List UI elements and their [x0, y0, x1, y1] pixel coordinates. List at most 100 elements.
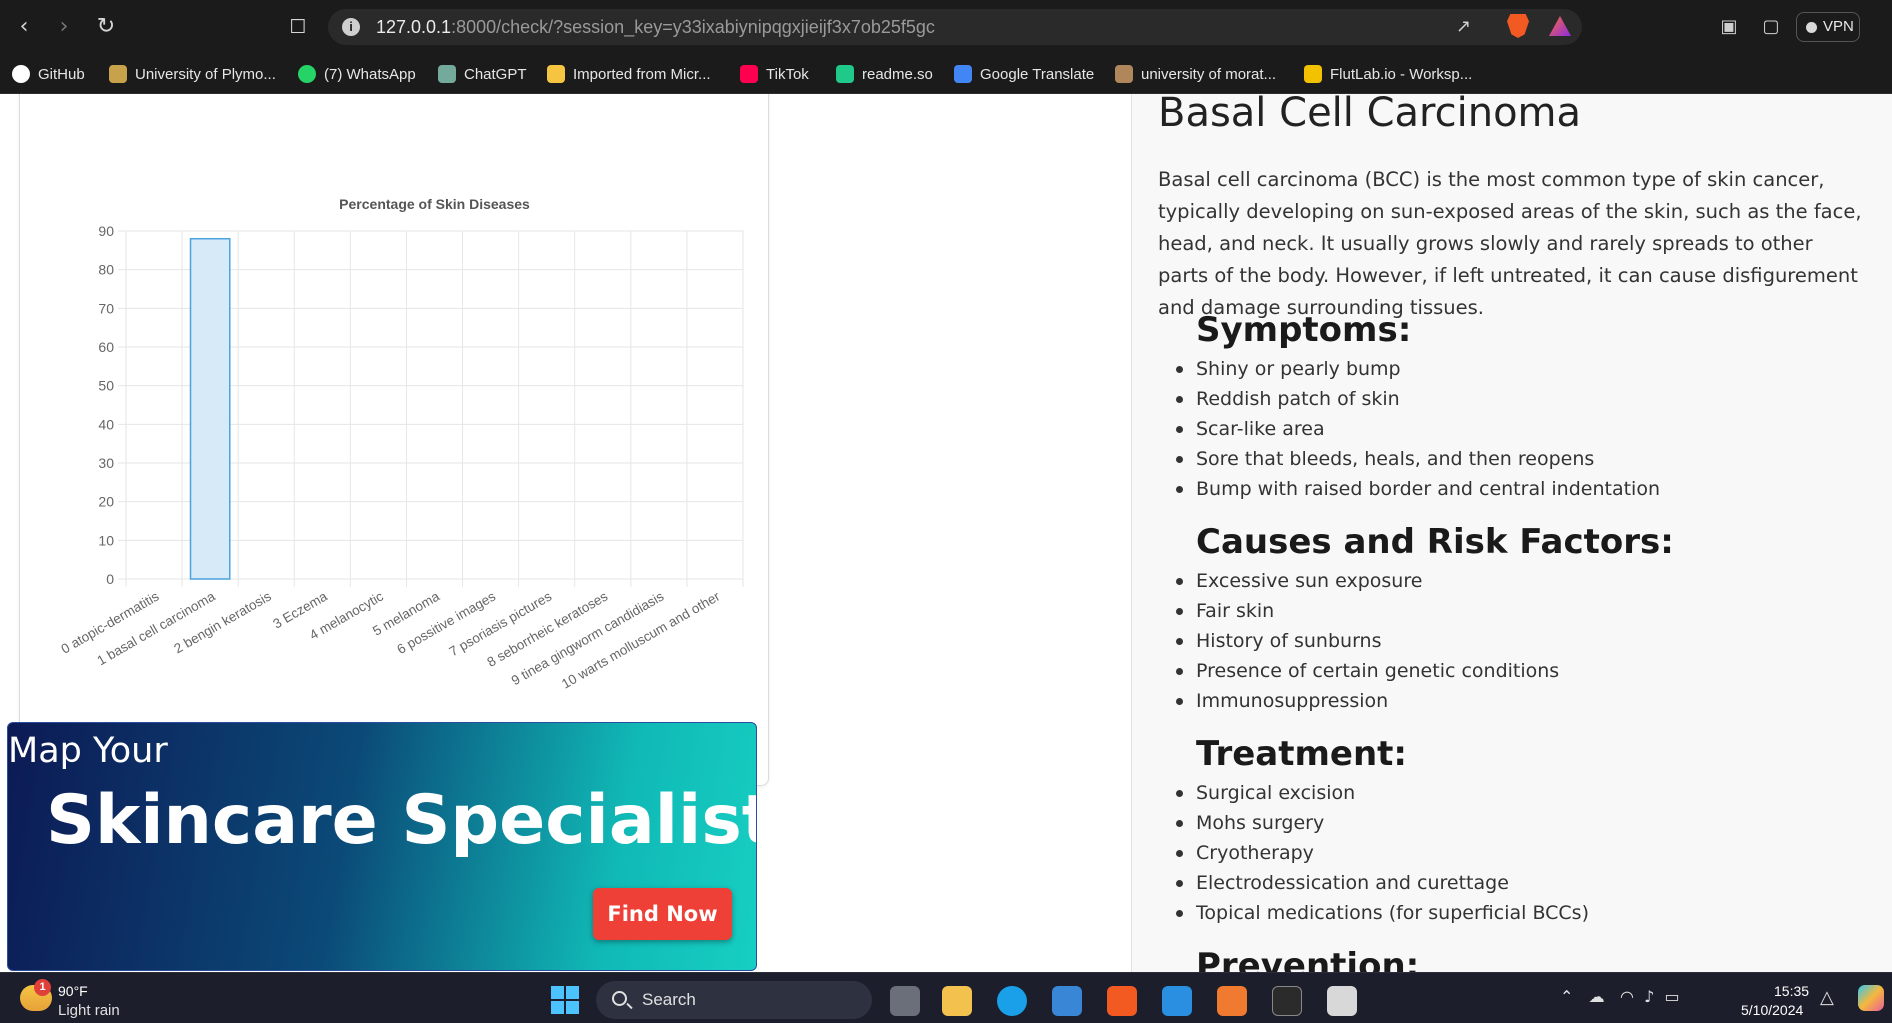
weather-temperature[interactable]: 90°F — [58, 983, 88, 999]
list-item: Excessive sun exposure — [1175, 566, 1559, 596]
vpn-status-icon — [1806, 22, 1817, 33]
university-crest-icon — [109, 65, 127, 83]
start-button[interactable] — [551, 986, 579, 1014]
vpn-label: VPN — [1823, 18, 1854, 35]
weather-condition[interactable]: Light rain — [58, 1002, 120, 1019]
list-item: Presence of certain genetic conditions — [1175, 656, 1559, 686]
bookmark-label: Imported from Micr... — [573, 65, 711, 83]
y-tick-label: 40 — [98, 416, 114, 432]
list-item: Fair skin — [1175, 596, 1559, 626]
chart-title: Percentage of Skin Diseases — [339, 196, 530, 212]
bookmark-whatsapp[interactable]: (7) WhatsApp — [298, 62, 416, 86]
readme-icon — [836, 65, 854, 83]
back-icon[interactable]: ‹ — [10, 13, 38, 41]
site-info-icon[interactable]: i — [342, 18, 360, 36]
y-tick-label: 20 — [98, 494, 114, 510]
file-explorer-icon[interactable] — [942, 986, 972, 1016]
bookmark-label: TikTok — [766, 65, 809, 83]
list-item: Bump with raised border and central inde… — [1175, 474, 1660, 504]
y-tick-label: 30 — [98, 455, 114, 471]
bookmark-label: University of Plymo... — [135, 65, 276, 83]
reload-icon[interactable]: ↻ — [92, 13, 120, 41]
microsoft-store-icon[interactable] — [1052, 986, 1082, 1016]
wifi-icon[interactable]: ◠ — [1620, 987, 1634, 1006]
bar-chart: Percentage of Skin Diseases 0 10 20 30 40 50 60… — [59, 196, 744, 692]
y-tick-label: 80 — [98, 262, 114, 278]
bookmark-readme[interactable]: readme.so — [836, 62, 933, 86]
terminal-icon[interactable] — [1272, 986, 1302, 1016]
list-item: Reddish patch of skin — [1175, 384, 1660, 414]
bookmark-label: FlutLab.io - Worksp... — [1330, 65, 1473, 83]
y-tick-label: 10 — [98, 532, 114, 548]
url-path: :8000/check/?session_key=y33ixabiynipqgx… — [451, 17, 935, 37]
postman-icon[interactable] — [1217, 986, 1247, 1016]
bookmark-label: (7) WhatsApp — [324, 65, 416, 83]
list-item: Topical medications (for superficial BCC… — [1176, 898, 1589, 928]
university-logo-icon — [1115, 65, 1133, 83]
banner-title: Skincare Specialists — [46, 781, 757, 860]
bar — [189, 237, 231, 580]
battery-icon[interactable]: ▭ — [1664, 987, 1679, 1006]
snipping-tool-icon[interactable] — [1327, 986, 1357, 1016]
taskbar: 1 90°F Light rain Search ⌃ ☁ ◠ ♪ ▭ 15:35… — [0, 972, 1892, 1023]
taskbar-search[interactable]: Search — [596, 981, 872, 1019]
specialists-banner: Map Your Skincare Specialists Find Now — [7, 722, 757, 971]
x-tick-label: 2 bengin keratosis — [171, 588, 274, 656]
folder-icon — [547, 65, 565, 83]
copilot-icon[interactable] — [1858, 985, 1884, 1011]
list-item: Mohs surgery — [1176, 808, 1589, 838]
bookmark-label: readme.so — [862, 65, 933, 83]
weather-badge: 1 — [34, 979, 51, 996]
bookmark-tiktok[interactable]: TikTok — [740, 62, 809, 86]
volume-icon[interactable]: ♪ — [1644, 987, 1654, 1006]
chatgpt-icon — [438, 65, 456, 83]
bookmarks-bar: GitHub University of Plymo... (7) WhatsA… — [0, 54, 1892, 94]
wallet-icon[interactable]: ▢ — [1758, 13, 1784, 41]
clock-date[interactable]: 5/10/2024 — [1741, 1002, 1803, 1018]
bookmark-github[interactable]: GitHub — [12, 62, 85, 86]
bookmark-imported-folder[interactable]: Imported from Micr... — [547, 62, 711, 86]
brave-browser-icon[interactable] — [1107, 986, 1137, 1016]
vpn-button[interactable]: VPN — [1796, 12, 1860, 42]
bookmark-university-of-plymouth[interactable]: University of Plymo... — [109, 62, 276, 86]
disease-title: Basal Cell Carcinoma — [1158, 94, 1582, 136]
share-icon[interactable]: ↗ — [1456, 13, 1471, 41]
list-item: Sore that bleeds, heals, and then reopen… — [1175, 444, 1660, 474]
clock-time[interactable]: 15:35 — [1774, 983, 1809, 999]
notification-bell-icon[interactable]: △ — [1820, 987, 1834, 1008]
address-bar[interactable]: i 127.0.0.1:8000/check/?session_key=y33i… — [328, 9, 1582, 45]
bookmark-label: university of morat... — [1141, 65, 1277, 83]
list-item: Immunosuppression — [1175, 686, 1559, 716]
chevron-up-icon[interactable]: ⌃ — [1560, 987, 1573, 1006]
list-item: Surgical excision — [1176, 778, 1589, 808]
disease-info-panel: Basal Cell Carcinoma Basal cell carcinom… — [1131, 94, 1892, 972]
list-item: Scar-like area — [1175, 414, 1660, 444]
whatsapp-icon — [298, 65, 316, 83]
y-tick-label: 70 — [98, 300, 114, 316]
cloud-icon[interactable]: ☁ — [1589, 987, 1605, 1006]
find-now-button[interactable]: Find Now — [593, 888, 732, 940]
edge-icon[interactable] — [997, 986, 1027, 1016]
forward-icon[interactable]: › — [50, 13, 78, 41]
vscode-icon[interactable] — [1162, 986, 1192, 1016]
symptoms-heading: Symptoms: — [1196, 310, 1412, 350]
bookmark-label: GitHub — [38, 65, 85, 83]
bookmark-icon[interactable]: ☐ — [284, 13, 312, 41]
bookmark-google-translate[interactable]: Google Translate — [954, 62, 1094, 86]
bookmark-flutlab[interactable]: FlutLab.io - Worksp... — [1304, 62, 1472, 86]
system-tray[interactable]: ⌃ ☁ ◠ ♪ ▭ — [1560, 987, 1680, 1006]
list-item: History of sunburns — [1175, 626, 1559, 656]
treatment-list: Surgical excision Mohs surgery Cryothera… — [1176, 778, 1589, 928]
url-text[interactable]: 127.0.0.1:8000/check/?session_key=y33ixa… — [376, 17, 935, 38]
search-label: Search — [642, 990, 696, 1009]
y-tick-label: 0 — [106, 571, 114, 587]
google-translate-icon — [954, 65, 972, 83]
tiktok-icon — [740, 65, 758, 83]
sidebar-toggle-icon[interactable]: ▣ — [1716, 13, 1742, 41]
y-tick-label: 60 — [98, 339, 114, 355]
causes-list: Excessive sun exposure Fair skin History… — [1175, 566, 1559, 716]
bookmark-university-of-moratuwa[interactable]: university of morat... — [1115, 62, 1276, 86]
task-view-icon[interactable] — [890, 986, 920, 1016]
chart-card: Percentage of Skin Diseases 0 10 20 30 40 50 60… — [19, 94, 769, 786]
bookmark-chatgpt[interactable]: ChatGPT — [438, 62, 527, 86]
